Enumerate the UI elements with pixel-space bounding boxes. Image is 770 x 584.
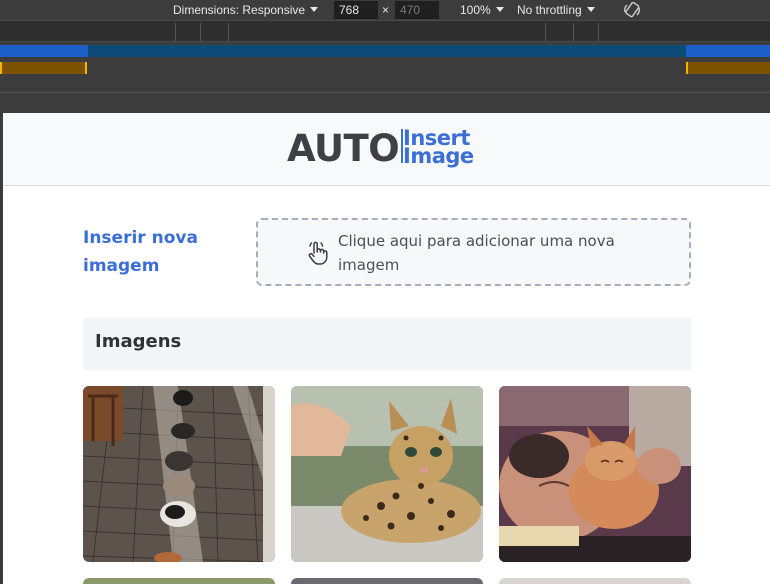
logo-image-text: Image xyxy=(403,144,474,168)
gallery-title: Imagens xyxy=(95,331,182,352)
image-dropzone[interactable]: Clique aqui para adicionar uma nova imag… xyxy=(256,218,691,286)
media-query-bar-min-left[interactable] xyxy=(0,62,87,74)
chevron-down-icon xyxy=(495,7,504,12)
gallery-image-cats-street[interactable] xyxy=(83,386,275,562)
logo-auto-text: AUTO xyxy=(287,127,400,170)
gallery-image-row2-3[interactable] xyxy=(499,578,691,584)
media-query-bar-middle[interactable] xyxy=(88,45,686,57)
media-query-bar-right[interactable] xyxy=(686,45,770,57)
dropzone-text: Clique aqui para adicionar uma nova imag… xyxy=(338,232,615,274)
zoom-dropdown[interactable]: 100% xyxy=(460,3,504,17)
divider xyxy=(0,92,770,93)
gallery-image-man-with-cat[interactable] xyxy=(499,386,691,562)
gallery-image-leopard-kitten[interactable] xyxy=(291,386,483,562)
gallery-image-row2-2[interactable] xyxy=(291,578,483,584)
media-query-bar-min-right[interactable] xyxy=(686,62,770,74)
chevron-down-icon xyxy=(586,7,595,12)
gallery-header: Imagens xyxy=(83,318,691,370)
dimensions-dropdown[interactable]: Dimensions: Responsive xyxy=(173,3,319,17)
throttling-dropdown[interactable]: No throttling xyxy=(517,3,595,17)
times-sign: × xyxy=(382,3,390,17)
dimensions-label: Dimensions: Responsive xyxy=(173,3,306,17)
gallery-image-row2-1[interactable] xyxy=(83,578,275,584)
insert-image-label: Inserir nova imagem xyxy=(83,228,198,276)
chevron-down-icon xyxy=(310,7,319,12)
site-header: AUTO Insert Image xyxy=(3,113,770,186)
width-input[interactable]: 768 xyxy=(334,1,378,19)
devtools-device-toolbar: Dimensions: Responsive 768 × 470 100% No… xyxy=(0,0,770,20)
hand-pointer-icon xyxy=(306,240,330,266)
height-input[interactable]: 470 xyxy=(395,1,439,19)
media-query-ruler xyxy=(0,20,770,42)
throttling-label: No throttling xyxy=(517,3,582,17)
zoom-label: 100% xyxy=(460,3,491,17)
media-query-bar-left[interactable] xyxy=(0,45,88,57)
page-viewport: AUTO Insert Image Inserir nova imagem Cl… xyxy=(3,113,770,584)
